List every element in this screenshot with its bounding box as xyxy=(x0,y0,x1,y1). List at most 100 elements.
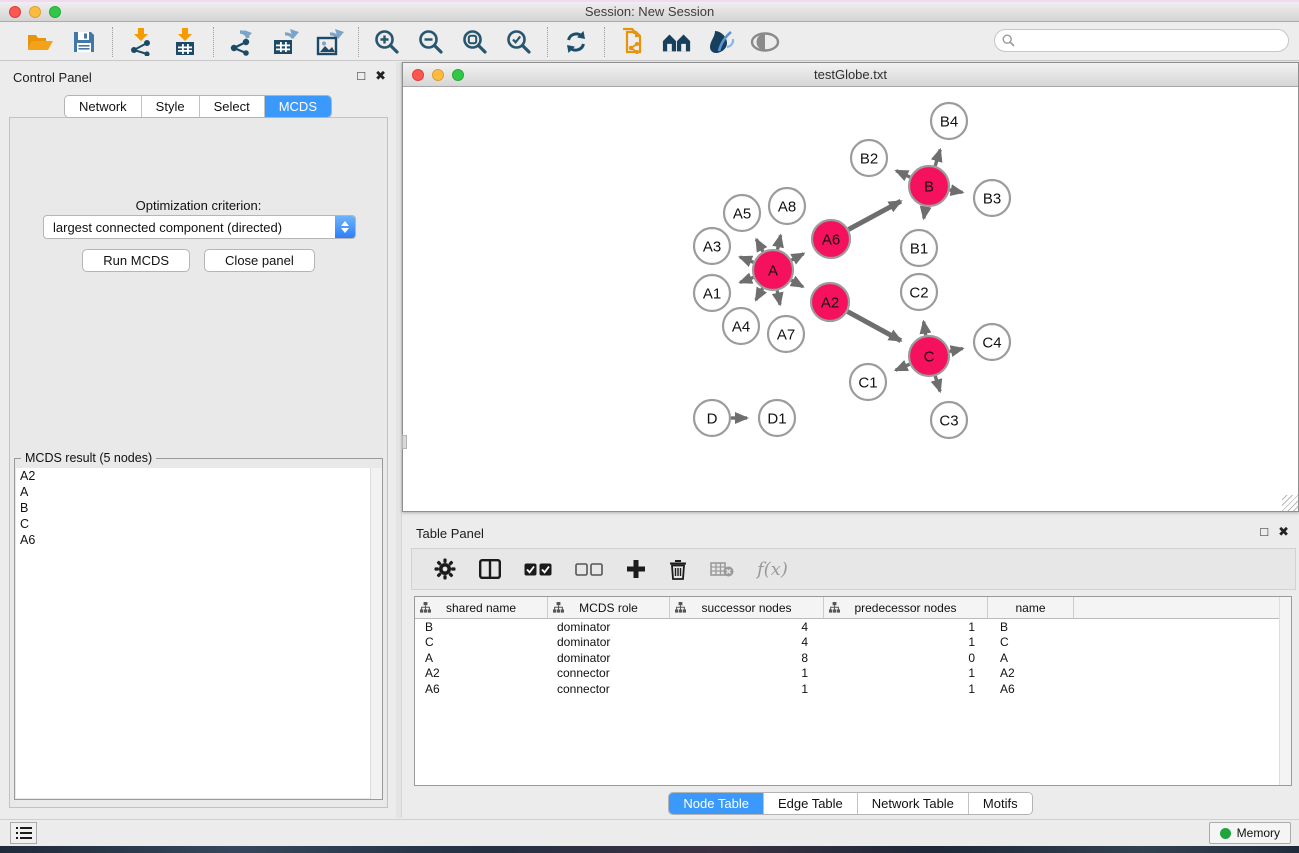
export-table-button[interactable] xyxy=(271,27,301,57)
tab-select[interactable]: Select xyxy=(200,96,265,117)
tab-style[interactable]: Style xyxy=(142,96,200,117)
network-window-titlebar[interactable]: testGlobe.txt xyxy=(403,63,1298,87)
graph-edge-B-B4[interactable] xyxy=(935,150,940,166)
graph-node-B1[interactable]: B1 xyxy=(901,230,937,266)
graph-node-C[interactable]: C xyxy=(909,336,949,376)
refresh-layout-button[interactable] xyxy=(561,27,591,57)
column-header-shared-name[interactable]: shared name xyxy=(415,597,548,618)
graph-node-A[interactable]: A xyxy=(753,250,793,290)
tab-mcds[interactable]: MCDS xyxy=(265,96,331,117)
delete-table-button[interactable] xyxy=(710,561,734,577)
close-table-panel-icon[interactable]: ✖ xyxy=(1278,524,1289,540)
column-header-predecessor-nodes[interactable]: predecessor nodes xyxy=(824,597,988,618)
graph-node-B[interactable]: B xyxy=(909,166,949,206)
delete-column-button[interactable] xyxy=(669,559,687,580)
mcds-result-item[interactable]: A2 xyxy=(16,468,381,484)
graph-node-A3[interactable]: A3 xyxy=(694,228,730,264)
graph-node-A2[interactable]: A2 xyxy=(811,283,849,321)
graph-edge-A-A3[interactable] xyxy=(740,257,754,262)
column-header-successor-nodes[interactable]: successor nodes xyxy=(670,597,824,618)
hide-selected-button[interactable] xyxy=(750,27,780,57)
run-mcds-button[interactable]: Run MCDS xyxy=(82,249,190,272)
zoom-fit-button[interactable] xyxy=(460,27,490,57)
mcds-result-item[interactable]: A6 xyxy=(16,532,381,548)
import-network-button[interactable] xyxy=(126,27,156,57)
network-canvas-area[interactable]: B4B2BB3A8A5A6B1A3AA1C2A2A4A7C4CC1C3DD1 xyxy=(404,88,1297,510)
graph-edge-A-A7[interactable] xyxy=(777,291,780,305)
window-resize-handle[interactable] xyxy=(402,435,407,449)
graph-node-A8[interactable]: A8 xyxy=(769,188,805,224)
graph-node-A5[interactable]: A5 xyxy=(724,195,760,231)
graph-node-C2[interactable]: C2 xyxy=(901,274,937,310)
float-panel-icon[interactable]: □ xyxy=(357,68,365,84)
table-options-button[interactable] xyxy=(434,558,456,580)
result-scrollbar[interactable] xyxy=(370,468,382,799)
mcds-result-item[interactable]: A xyxy=(16,484,381,500)
float-table-panel-icon[interactable]: □ xyxy=(1260,524,1268,540)
graph-node-D[interactable]: D xyxy=(694,400,730,436)
graph-edge-A-A8[interactable] xyxy=(777,235,780,249)
function-builder-button[interactable]: f(x) xyxy=(757,559,788,580)
graph-node-C1[interactable]: C1 xyxy=(850,364,886,400)
tab-edge-table[interactable]: Edge Table xyxy=(764,793,858,814)
open-session-button[interactable] xyxy=(25,27,55,57)
graph-edge-A-A4[interactable] xyxy=(756,288,763,300)
search-box[interactable] xyxy=(994,29,1289,52)
graph-edge-B-B3[interactable] xyxy=(950,190,963,192)
zoom-in-button[interactable] xyxy=(372,27,402,57)
select-all-button[interactable] xyxy=(524,563,552,576)
graph-edge-B-B1[interactable] xyxy=(924,207,926,219)
table-row[interactable]: A2connector11A2 xyxy=(415,666,1291,682)
close-panel-button[interactable]: Close panel xyxy=(204,249,315,272)
close-panel-icon[interactable]: ✖ xyxy=(375,68,386,84)
table-scrollbar[interactable] xyxy=(1279,597,1291,785)
deselect-all-button[interactable] xyxy=(575,563,603,576)
show-column-button[interactable] xyxy=(479,559,501,579)
tab-node-table[interactable]: Node Table xyxy=(669,793,764,814)
graph-edge-C-C2[interactable] xyxy=(924,322,926,336)
export-network-button[interactable] xyxy=(227,27,257,57)
column-header-name[interactable]: name xyxy=(988,597,1074,618)
show-hide-graphics-details-button[interactable] xyxy=(706,27,736,57)
column-header-mcds-role[interactable]: MCDS role xyxy=(548,597,670,618)
table-row[interactable]: Cdominator41C xyxy=(415,635,1291,651)
graph-node-C4[interactable]: C4 xyxy=(974,324,1010,360)
graph-node-A6[interactable]: A6 xyxy=(812,220,850,258)
table-row[interactable]: Adominator80A xyxy=(415,650,1291,666)
table-row[interactable]: A6connector11A6 xyxy=(415,681,1291,697)
graph-edge-C-C3[interactable] xyxy=(935,376,940,391)
tab-network-table[interactable]: Network Table xyxy=(858,793,969,814)
graph-edge-A2-C[interactable] xyxy=(848,312,901,341)
graph-node-B3[interactable]: B3 xyxy=(974,180,1010,216)
graph-edge-A6-B[interactable] xyxy=(849,201,901,229)
zoom-selected-button[interactable] xyxy=(504,27,534,57)
graph-edge-A-A6[interactable] xyxy=(792,254,804,260)
zoom-out-button[interactable] xyxy=(416,27,446,57)
graph-edge-B-B2[interactable] xyxy=(896,171,910,177)
first-neighbors-button[interactable] xyxy=(662,27,692,57)
graph-edge-A-A5[interactable] xyxy=(756,239,763,251)
graph-node-B4[interactable]: B4 xyxy=(931,103,967,139)
save-session-button[interactable] xyxy=(69,27,99,57)
mcds-result-item[interactable]: C xyxy=(16,516,381,532)
graph-node-C3[interactable]: C3 xyxy=(931,402,967,438)
new-network-from-selection-button[interactable] xyxy=(618,27,648,57)
window-resize-grip[interactable] xyxy=(1282,495,1298,511)
import-table-button[interactable] xyxy=(170,27,200,57)
graph-node-D1[interactable]: D1 xyxy=(759,400,795,436)
add-column-button[interactable] xyxy=(626,559,646,579)
graph-node-B2[interactable]: B2 xyxy=(851,140,887,176)
graph-node-A7[interactable]: A7 xyxy=(768,316,804,352)
network-graph[interactable]: B4B2BB3A8A5A6B1A3AA1C2A2A4A7C4CC1C3DD1 xyxy=(404,88,1299,512)
search-input[interactable] xyxy=(1019,34,1288,48)
table-row[interactable]: Bdominator41B xyxy=(415,619,1291,635)
tab-motifs[interactable]: Motifs xyxy=(969,793,1032,814)
graph-node-A1[interactable]: A1 xyxy=(694,275,730,311)
tab-network[interactable]: Network xyxy=(65,96,142,117)
graph-edge-A-A1[interactable] xyxy=(740,277,753,282)
memory-button[interactable]: Memory xyxy=(1209,822,1291,844)
mcds-result-item[interactable]: B xyxy=(16,500,381,516)
graph-edge-A-A2[interactable] xyxy=(791,280,803,287)
export-image-button[interactable] xyxy=(315,27,345,57)
graph-edge-C-C4[interactable] xyxy=(949,349,962,352)
